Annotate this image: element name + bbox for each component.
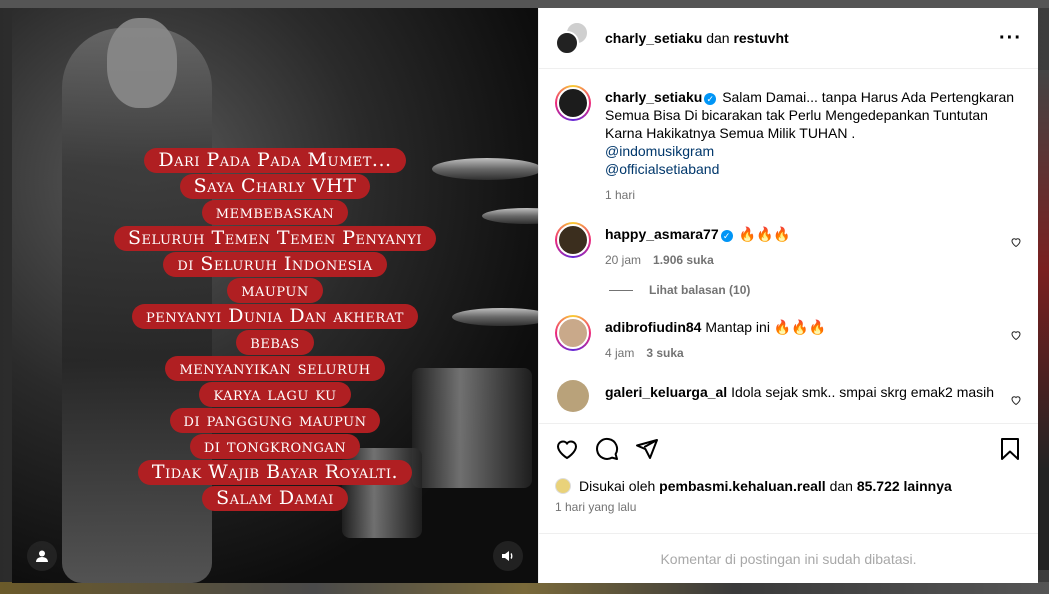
- caption-username[interactable]: charly_setiaku: [605, 89, 702, 105]
- caption-meta: 1 hari: [605, 186, 1022, 204]
- caption-time[interactable]: 1 hari: [605, 186, 635, 204]
- backdrop-feed-top: [0, 0, 1049, 8]
- comment-icon: [596, 437, 619, 460]
- comment-body: happy_asmara77 ✓ 🔥🔥🔥 20 jam 1.906 suka: [605, 222, 1002, 269]
- comment-item: adibrofiudin84 Mantap ini 🔥🔥🔥 4 jam 3 su…: [555, 315, 1022, 362]
- comments-limited-notice: Komentar di postingan ini sudah dibatasi…: [539, 533, 1038, 583]
- comment-body: galeri_keluarga_al Idola sejak smk.. smp…: [605, 380, 1002, 401]
- post-modal: Dari Pada Pada Mumet... Saya Charly VHT …: [12, 8, 1038, 583]
- caption: charly_setiaku ✓ Salam Damai... tanpa Har…: [555, 85, 1022, 204]
- liked-by: Disukai oleh pembasmi.kehaluan.reall dan…: [555, 478, 1022, 494]
- avatar: [557, 224, 589, 256]
- lyric-line: di panggung maupun: [169, 408, 381, 433]
- post-actions: Disukai oleh pembasmi.kehaluan.reall dan…: [539, 423, 1038, 583]
- comment-meta: 20 jam 1.906 suka: [605, 251, 1002, 269]
- avatar[interactable]: [555, 478, 571, 494]
- avatar-story-ring[interactable]: [555, 85, 591, 121]
- singer-head: [107, 18, 177, 108]
- more-options-button[interactable]: ···: [999, 27, 1022, 50]
- mention-link[interactable]: @indomusikgram: [605, 142, 1022, 160]
- comment-like-button[interactable]: [1010, 236, 1022, 251]
- lyrics-overlay: Dari Pada Pada Mumet... Saya Charly VHT …: [12, 148, 538, 511]
- post-side-panel: charly_setiaku dan restuvht ··· charly_s…: [538, 8, 1038, 583]
- tagged-users-button[interactable]: [27, 541, 57, 571]
- liked-by-text: Disukai oleh pembasmi.kehaluan.reall dan…: [579, 478, 952, 494]
- backdrop-feed-bottom: [0, 582, 1049, 594]
- comment-text: Idola sejak smk.. smpai skrg emak2 masih: [731, 384, 995, 400]
- lyric-line: di Seluruh Indonesia: [163, 252, 387, 277]
- lyric-line: bebas: [236, 330, 314, 355]
- authors-connector: dan: [706, 30, 730, 46]
- avatar: [557, 317, 589, 349]
- liked-by-prefix: Disukai oleh: [579, 478, 656, 494]
- comment-time[interactable]: 4 jam: [605, 344, 634, 362]
- liked-by-and: dan: [829, 478, 853, 494]
- share-button[interactable]: [635, 437, 659, 466]
- comment-meta: 4 jam 3 suka: [605, 344, 1002, 362]
- lyric-line: Seluruh Temen Temen Penyanyi: [114, 226, 436, 251]
- lyric-line: membebaskan: [201, 200, 349, 225]
- post-time[interactable]: 1 hari yang lalu: [555, 500, 1022, 514]
- share-icon: [636, 438, 658, 459]
- view-replies-button[interactable]: Lihat balasan (10): [609, 283, 1022, 297]
- post-authors: charly_setiaku dan restuvht: [605, 30, 789, 46]
- post-header: charly_setiaku dan restuvht ···: [539, 8, 1038, 69]
- lyric-line: maupun: [227, 278, 323, 303]
- verified-icon: ✓: [720, 230, 733, 242]
- comment-username[interactable]: happy_asmara77: [605, 226, 719, 242]
- replies-divider: [609, 289, 633, 291]
- avatar: [557, 87, 589, 119]
- mention-link[interactable]: @officialsetiaband: [605, 160, 1022, 178]
- collab-avatars[interactable]: [555, 21, 589, 55]
- comment-text: 🔥🔥🔥: [738, 226, 791, 242]
- audio-toggle-button[interactable]: [493, 541, 523, 571]
- avatar[interactable]: [557, 380, 589, 412]
- comment-item: galeri_keluarga_al Idola sejak smk.. smp…: [555, 380, 1022, 412]
- comment-time[interactable]: 20 jam: [605, 251, 641, 269]
- comment-username[interactable]: galeri_keluarga_al: [605, 384, 727, 400]
- lyric-line: Saya Charly VHT: [179, 174, 371, 199]
- verified-icon: ✓: [704, 93, 717, 105]
- lyric-line: di tongkrongan: [189, 434, 361, 459]
- comment-button[interactable]: [595, 437, 619, 466]
- like-button[interactable]: [555, 437, 579, 466]
- comments-list[interactable]: charly_setiaku ✓ Salam Damai... tanpa Har…: [539, 69, 1038, 423]
- liked-by-user-link[interactable]: pembasmi.kehaluan.reall: [659, 478, 826, 494]
- lyric-line: Salam Damai: [202, 486, 348, 511]
- more-horizontal-icon: ···: [999, 26, 1022, 49]
- lyric-line: karya lagu ku: [199, 382, 351, 407]
- comment-item: happy_asmara77 ✓ 🔥🔥🔥 20 jam 1.906 suka: [555, 222, 1022, 269]
- heart-icon: [556, 440, 578, 459]
- user-tag-icon: [36, 550, 48, 562]
- lyric-line: menyanyikan seluruh: [165, 356, 385, 381]
- collaborator-link[interactable]: restuvht: [733, 30, 788, 46]
- comment-likes[interactable]: 1.906 suka: [653, 251, 714, 269]
- save-button[interactable]: [998, 437, 1022, 466]
- author-link[interactable]: charly_setiaku: [605, 30, 702, 46]
- heart-icon: [1011, 238, 1021, 248]
- caption-body: charly_setiaku ✓ Salam Damai... tanpa Har…: [605, 85, 1022, 204]
- view-replies-label: Lihat balasan (10): [649, 283, 751, 297]
- heart-icon: [1011, 396, 1021, 406]
- comment-username[interactable]: adibrofiudin84: [605, 319, 701, 335]
- avatar-story-ring[interactable]: [555, 315, 591, 351]
- comment-likes[interactable]: 3 suka: [646, 344, 683, 362]
- avatar: [555, 31, 579, 55]
- comment-body: adibrofiudin84 Mantap ini 🔥🔥🔥 4 jam 3 su…: [605, 315, 1002, 362]
- heart-icon: [1011, 331, 1021, 341]
- comment-like-button[interactable]: [1010, 394, 1022, 409]
- comment-text: Mantap ini 🔥🔥🔥: [705, 319, 827, 335]
- comment-like-button[interactable]: [1010, 329, 1022, 344]
- lyric-line: penyanyi Dunia Dan akherat: [132, 304, 418, 329]
- post-media[interactable]: Dari Pada Pada Mumet... Saya Charly VHT …: [12, 8, 538, 583]
- speaker-icon: [502, 551, 513, 561]
- bookmark-icon: [1001, 437, 1019, 460]
- lyric-line: Dari Pada Pada Mumet...: [144, 148, 406, 173]
- avatar-story-ring[interactable]: [555, 222, 591, 258]
- liked-by-others-link[interactable]: 85.722 lainnya: [857, 478, 952, 494]
- lyric-line: Tidak Wajib Bayar Royalti.: [137, 460, 413, 485]
- backdrop-feed-right: [1037, 70, 1049, 570]
- action-bar: [555, 432, 1022, 470]
